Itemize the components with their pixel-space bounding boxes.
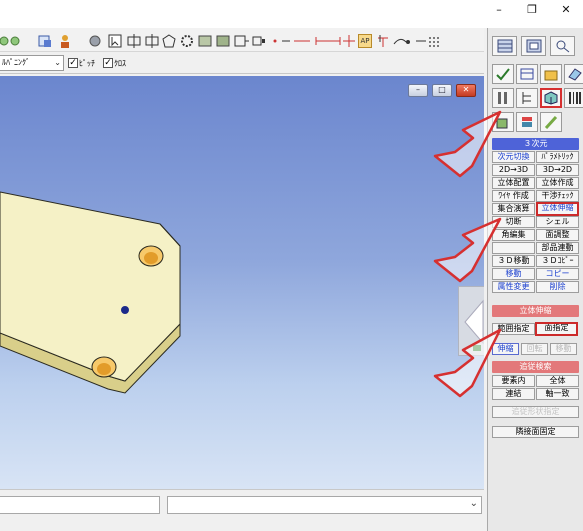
plate-model [0,191,181,394]
face-select-button[interactable]: 面指定 [535,322,578,336]
tree-tool-icon[interactable] [516,88,538,108]
restore-button[interactable]: ❐ [521,2,543,18]
connect-button[interactable]: 連結 [492,388,535,400]
chevron-down-icon: ⌄ [469,498,478,509]
move-button[interactable]: 移動 [492,268,535,280]
app-window: – ❐ ✕ AP ﾙﾊﾟﾆﾝｸﾞ ⌄ ✓ ﾋﾟｯﾁ ✓ ｸﾛｽ – □ ✕ ⌄ … [0,0,583,531]
gear-tool-icon[interactable] [88,34,102,48]
3d-move-button[interactable]: ３Ｄ移動 [492,255,535,267]
main-toolbar: AP [0,28,484,52]
stack-tool-icon[interactable] [516,112,538,132]
title-bar: – ❐ ✕ [0,0,583,28]
zoom-icon[interactable] [550,36,575,56]
mode-stretch-button[interactable]: 伸縮 [492,343,519,355]
cross-icon[interactable] [342,34,356,48]
check-tool-icon[interactable] [492,64,514,84]
viewport-minimize-button[interactable]: – [408,84,428,97]
dimension-tool-icon[interactable] [516,64,538,84]
dimension-switch-button[interactable]: 次元切換 [492,151,535,163]
hole-tool-icon[interactable] [492,88,514,108]
blank-button[interactable] [492,242,535,254]
viewport-maximize-button[interactable]: □ [432,84,452,97]
3d-viewport[interactable]: – □ ✕ [0,76,484,489]
adjacent-face-fixed-button[interactable]: 隣接面固定 [492,426,579,438]
assembly-tool-icon[interactable] [492,112,514,132]
gear-icon[interactable] [180,34,194,48]
brush-tool-icon[interactable] [540,112,562,132]
axis-align-button[interactable]: 軸一致 [536,388,579,400]
checkbox-check-icon: ✓ [68,58,78,68]
mode-rotate-button[interactable]: 回転 [521,343,548,355]
cross-checkbox[interactable]: ✓ ｸﾛｽ [103,57,126,69]
dimension-icon[interactable] [314,34,342,48]
barcode-tool-icon[interactable] [564,88,583,108]
attribute-change-button[interactable]: 属性変更 [492,281,535,293]
view-panel-icon[interactable] [521,36,546,56]
print-preview-icon[interactable] [38,34,52,48]
frame-icon[interactable] [234,34,250,48]
dot-line-icon[interactable] [272,34,312,48]
combo-value: ﾙﾊﾟﾆﾝｸﾞ [2,58,30,67]
part-link-button[interactable]: 部品連動 [536,242,579,254]
tee-icon[interactable] [376,34,390,48]
whole-button[interactable]: 全体 [536,375,579,387]
curve-arrow-icon[interactable] [392,34,412,48]
3d-solid-tool-icon[interactable] [540,88,562,108]
line-type-combo[interactable]: ﾙﾊﾟﾆﾝｸﾞ ⌄ [0,55,64,71]
layer-icon[interactable] [0,34,22,48]
within-element-button[interactable]: 要素内 [492,375,535,387]
crosshair-icon-2[interactable] [144,34,160,48]
number-grid-icon[interactable] [414,34,444,48]
triangle-icon [464,299,484,351]
corner-edit-button[interactable]: 角編集 [492,229,535,241]
cross-label: ｸﾛｽ [114,58,126,68]
panel-collapse-tab[interactable] [458,286,484,356]
shell-button[interactable]: シェル [536,216,579,228]
crosshair-icon-1[interactable] [126,34,142,48]
section-search-header: 追従検索 [492,361,579,373]
user-icon[interactable] [58,34,72,48]
close-button[interactable]: ✕ [555,2,577,18]
solid-place-button[interactable]: 立体配置 [492,177,535,189]
status-bar: ⌄ [0,489,484,531]
interference-check-button[interactable]: 干渉ﾁｪｯｸ [536,190,579,202]
2d-to-3d-button[interactable]: 2D→3D [492,164,535,176]
section-stretch-header: 立体伸縮 [492,305,579,317]
wire-create-button[interactable]: ﾜｲﾔ 作成 [492,190,535,202]
pitch-label: ﾋﾟｯﾁ [79,58,95,68]
folder-tool-icon[interactable] [540,64,562,84]
grid-icon-1[interactable] [198,34,212,48]
status-dropdown[interactable]: ⌄ [167,496,482,514]
boolean-op-button[interactable]: 集合演算 [492,203,535,215]
polygon-icon[interactable] [162,34,176,48]
solid-stretch-button[interactable]: 立体伸縮 [536,202,579,216]
3d-copy-button[interactable]: ３Ｄｺﾋﾟｰ [536,255,579,267]
range-select-button[interactable]: 範囲指定 [492,323,535,335]
follow-shape-button[interactable]: 追従形状指定 [492,406,579,418]
minimize-button[interactable]: – [488,2,510,18]
checkbox-check-icon: ✓ [103,58,113,68]
select-tool-icon[interactable] [108,34,122,48]
section-3d-header: ３次元 [492,138,579,150]
grid-icon-2[interactable] [216,34,230,48]
part-tool-icon[interactable] [564,64,583,84]
copy-button[interactable]: コピー [536,268,579,280]
option-bar: ﾙﾊﾟﾆﾝｸﾞ ⌄ ✓ ﾋﾟｯﾁ ✓ ｸﾛｽ [0,52,484,74]
parametric-button[interactable]: ﾊﾟﾗﾒﾄﾘｯｸ [536,151,579,163]
face-adjust-button[interactable]: 面調整 [536,229,579,241]
pitch-checkbox[interactable]: ✓ ﾋﾟｯﾁ [68,57,95,69]
viewport-close-button[interactable]: ✕ [456,84,476,97]
ap-button[interactable]: AP [358,34,372,48]
cut-button[interactable]: 切断 [492,216,535,228]
chevron-down-icon: ⌄ [54,58,61,67]
3d-to-2d-button[interactable]: 3D→2D [536,164,579,176]
layer-panel-icon[interactable] [492,36,517,56]
command-panel: ３次元 次元切換 ﾊﾟﾗﾒﾄﾘｯｸ 2D→3D 3D→2D 立体配置 立体作成 … [487,28,583,531]
delete-button[interactable]: 削除 [536,281,579,293]
solid-create-button[interactable]: 立体作成 [536,177,579,189]
mode-move-button[interactable]: 移動 [550,343,577,355]
status-field-left [0,496,160,514]
block-icon[interactable] [252,34,266,48]
